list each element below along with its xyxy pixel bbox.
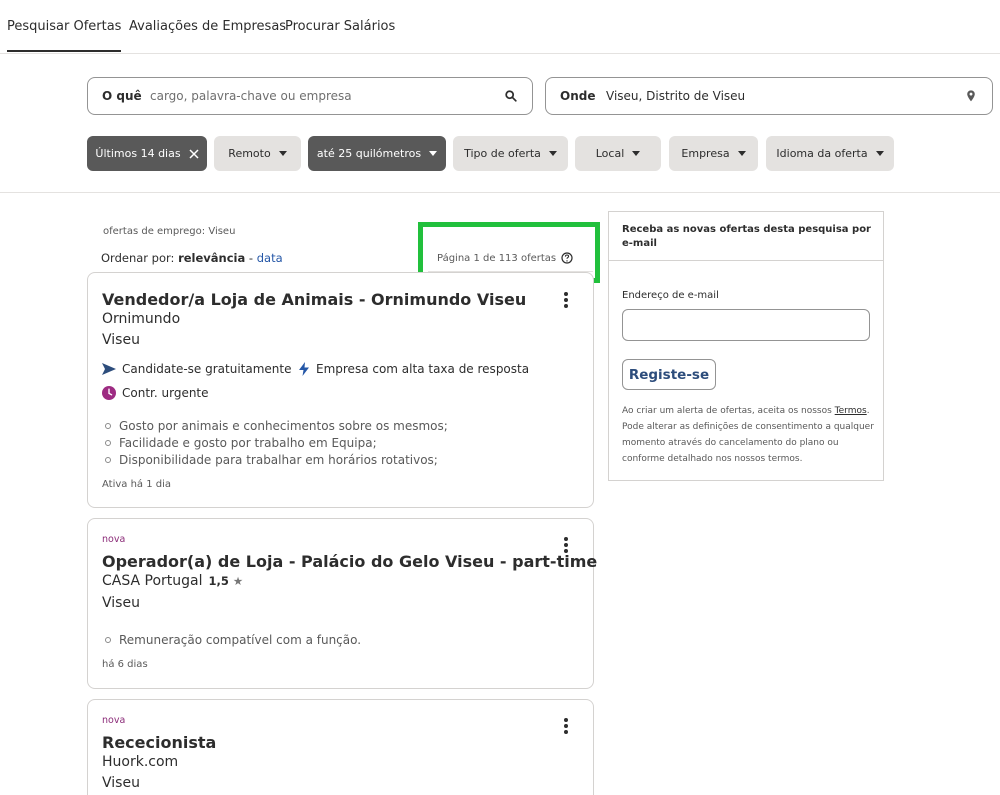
close-icon[interactable]	[189, 148, 199, 159]
filter-empresa[interactable]: Empresa	[669, 136, 758, 171]
caret-down-icon	[278, 151, 287, 156]
alert-divider	[609, 260, 883, 261]
where-input[interactable]	[606, 86, 946, 106]
sort-active: relevância	[178, 251, 246, 265]
location-pin-icon	[967, 90, 975, 102]
tab-avaliacoes-empresas[interactable]: Avaliações de Empresas	[129, 19, 286, 34]
job-snippet: Remuneração compatível com a função.	[105, 631, 361, 648]
job-title[interactable]: Rececionista	[102, 733, 216, 752]
caret-down-icon	[429, 151, 438, 156]
send-icon	[102, 363, 116, 375]
company-name: Huork.com	[102, 754, 179, 770]
terms-link[interactable]: Termos	[835, 406, 867, 416]
company-name: CASA Portugal 1,5 ★	[102, 573, 244, 589]
sort-by-date-link[interactable]: data	[257, 251, 283, 265]
attr-urgent: Contr. urgente	[102, 386, 209, 400]
star-icon: ★	[232, 574, 244, 588]
filter-remoto[interactable]: Remoto	[214, 136, 301, 171]
caret-down-icon	[737, 151, 746, 156]
job-age: Ativa há 1 dia	[102, 479, 172, 490]
what-input[interactable]	[150, 86, 490, 106]
alert-heading: Receba as novas ofertas desta pesquisa p…	[622, 224, 871, 249]
snippet-bullet: Gosto por animais e conhecimentos sobre …	[105, 417, 448, 434]
filter-label: Local	[595, 147, 625, 160]
new-badge: nova	[102, 715, 126, 726]
what-label: O quê	[102, 89, 142, 103]
sort-control: Ordenar por: relevância - data	[101, 251, 283, 265]
job-title[interactable]: Vendedor/a Loja de Animais - Ornimundo V…	[102, 290, 526, 309]
job-title[interactable]: Operador(a) de Loja - Palácio do Gelo Vi…	[102, 552, 597, 571]
job-card[interactable]: nova Operador(a) de Loja - Palácio do Ge…	[87, 518, 597, 689]
caret-down-icon	[632, 151, 641, 156]
caret-down-icon	[875, 151, 884, 156]
register-button[interactable]: Registe-se	[622, 359, 716, 390]
tab-procurar-salarios[interactable]: Procurar Salários	[285, 19, 395, 34]
filter-label: Tipo de oferta	[464, 147, 541, 160]
filter-label: Empresa	[681, 147, 730, 160]
filter-local[interactable]: Local	[575, 136, 661, 171]
filter-ultimos-14-dias[interactable]: Últimos 14 dias	[87, 136, 207, 171]
caret-down-icon	[548, 151, 557, 156]
more-options-icon[interactable]	[559, 292, 573, 312]
clock-icon	[102, 386, 116, 400]
snippet-bullet: Facilidade e gosto por trabalho em Equip…	[105, 434, 448, 451]
section-divider	[0, 192, 1000, 193]
filter-label: até 25 quilómetros	[316, 147, 422, 160]
email-field[interactable]	[622, 309, 870, 341]
job-card[interactable]: nova Rececionista Huork.com Viseu	[87, 699, 594, 795]
job-location: Viseu	[102, 332, 140, 348]
new-badge: nova	[102, 534, 126, 545]
filter-label: Idioma da oferta	[776, 147, 868, 160]
filter-label: Últimos 14 dias	[95, 147, 181, 160]
company-name: Ornimundo	[102, 311, 181, 327]
job-card[interactable]: Vendedor/a Loja de Animais - Ornimundo V…	[87, 272, 594, 508]
job-location: Viseu	[102, 595, 140, 611]
sort-separator: -	[248, 251, 254, 265]
filter-label: Remoto	[228, 147, 271, 160]
attr-apply-free: Candidate-se gratuitamente	[102, 362, 292, 376]
sort-prefix: Ordenar por:	[101, 251, 175, 265]
email-label: Endereço de e-mail	[622, 290, 719, 301]
alert-legal-text: Ao criar um alerta de ofertas, aceita os…	[622, 406, 874, 464]
tab-pesquisar-ofertas[interactable]: Pesquisar Ofertas	[7, 19, 122, 52]
lightning-icon	[299, 362, 309, 376]
job-location: Viseu	[102, 775, 140, 791]
filter-distancia[interactable]: até 25 quilómetros	[308, 136, 446, 171]
filter-idioma-da-oferta[interactable]: Idioma da oferta	[766, 136, 894, 171]
what-search-box: O quê	[87, 77, 533, 115]
more-options-icon[interactable]	[559, 718, 573, 738]
job-age: há 6 dias	[102, 659, 148, 670]
snippet-bullet: Disponibilidade para trabalhar em horári…	[105, 451, 448, 468]
filter-tipo-de-oferta[interactable]: Tipo de oferta	[453, 136, 568, 171]
more-options-icon[interactable]	[559, 537, 573, 557]
results-meta: ofertas de emprego: Viseu	[103, 226, 236, 237]
snippet-bullet: Remuneração compatível com a função.	[105, 631, 361, 648]
where-label: Onde	[560, 89, 596, 103]
search-icon[interactable]	[504, 89, 518, 103]
job-snippet: Gosto por animais e conhecimentos sobre …	[105, 417, 448, 468]
top-nav: Pesquisar Ofertas Avaliações de Empresas…	[0, 0, 1000, 54]
company-rating: 1,5 ★	[208, 574, 244, 588]
attr-high-response: Empresa com alta taxa de resposta	[298, 362, 529, 376]
where-search-box: Onde	[545, 77, 993, 115]
job-alert-panel: Receba as novas ofertas desta pesquisa p…	[608, 211, 884, 481]
